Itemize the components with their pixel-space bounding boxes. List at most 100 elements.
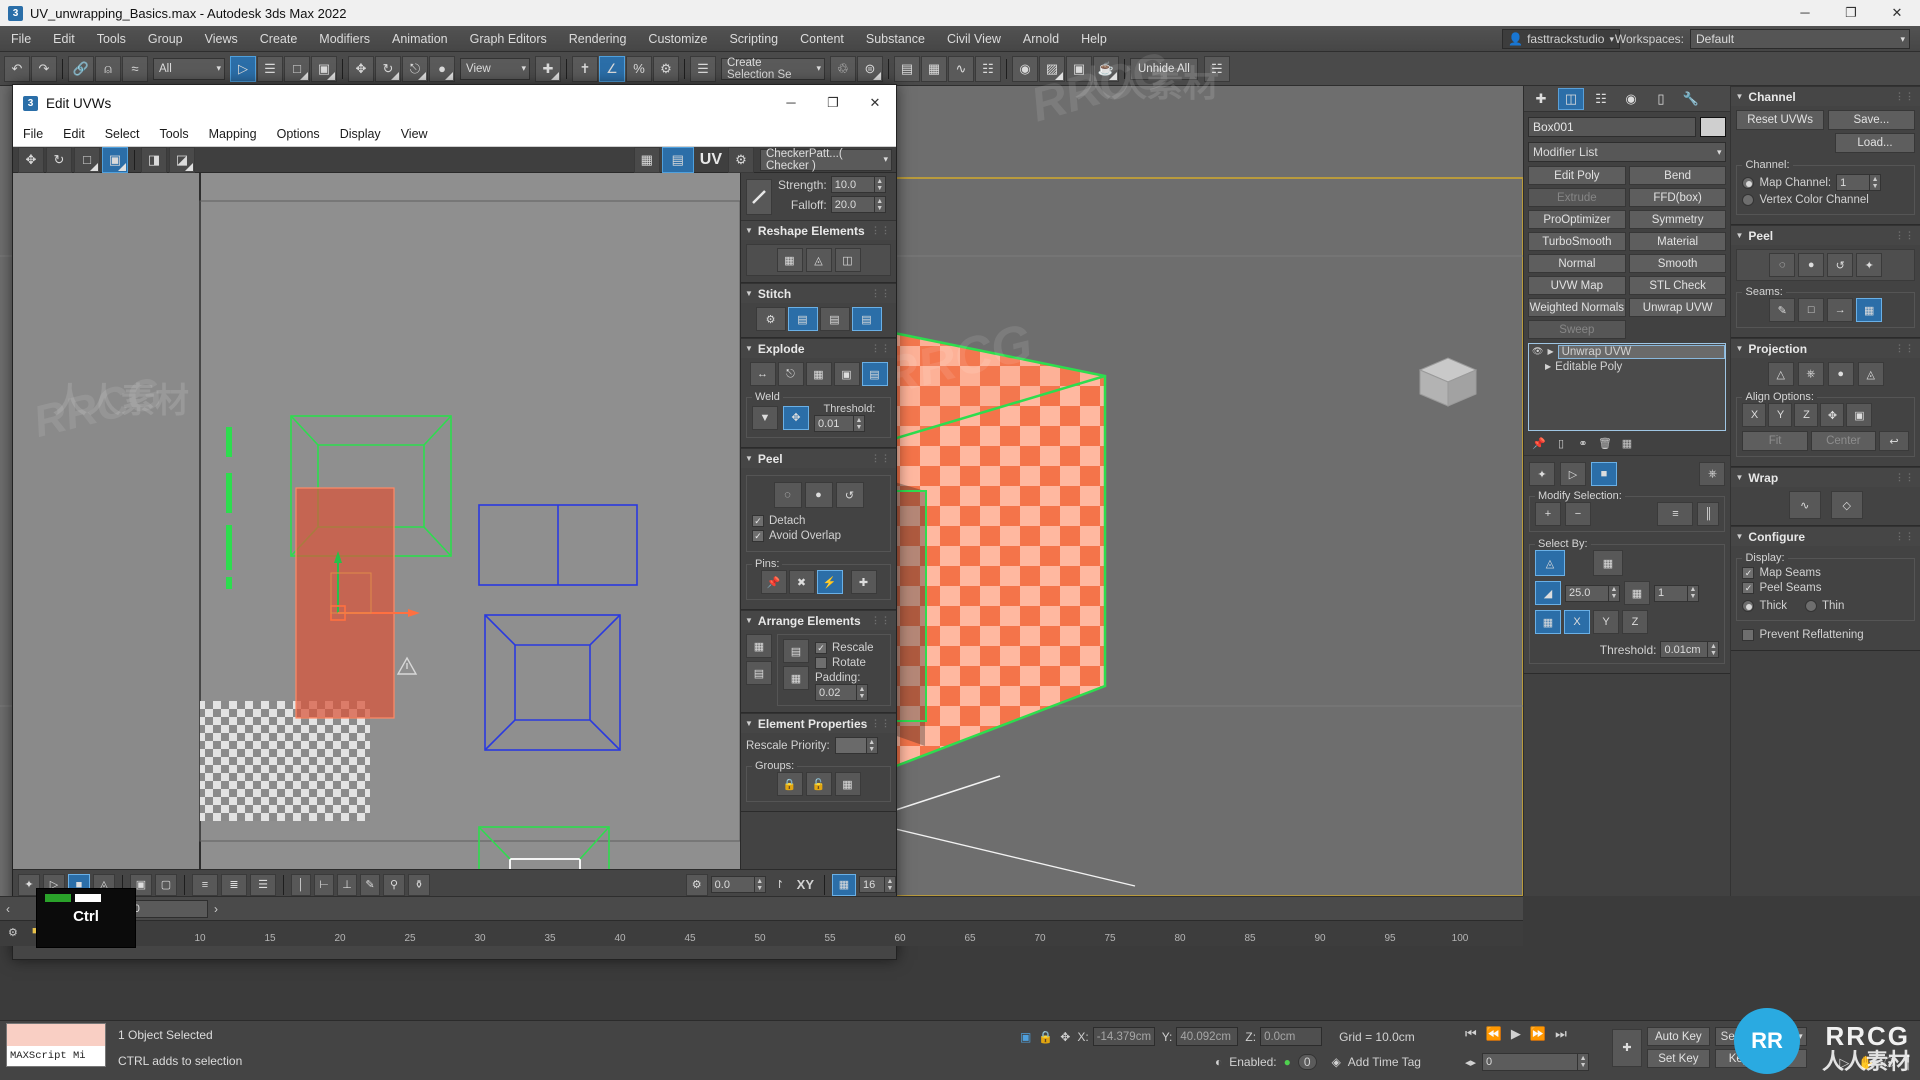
timeline-ruler[interactable]: ⚙ ■ 051015202530354045505560657075808590…	[0, 920, 1523, 946]
best-align-icon[interactable]: ✥	[1820, 403, 1844, 427]
rollout-header-element-properties[interactable]: ▼ Element Properties ⋮⋮	[741, 714, 896, 733]
falloff-input[interactable]	[831, 196, 875, 213]
unlink-selection-icon[interactable]: ⍝	[95, 56, 121, 82]
explode-threshold-spinner[interactable]: ▲▼	[814, 415, 865, 432]
paint-select-icon[interactable]: ✎	[360, 874, 380, 896]
maxscript-mini-listener[interactable]: MAXScript Mi	[6, 1023, 106, 1067]
uvw-freeform-mode-icon[interactable]: ▣	[102, 147, 128, 173]
pack-normalize-icon[interactable]: ▤	[746, 661, 772, 685]
loop-uv-icon[interactable]: ≡	[192, 874, 218, 896]
menu-edit[interactable]: Edit	[42, 26, 86, 52]
rescale-checkbox[interactable]: ✓ Rescale	[815, 642, 885, 654]
wrap-spline-icon[interactable]: ∿	[1789, 491, 1821, 519]
stitch-diagonal-icon[interactable]: ▤	[820, 307, 850, 331]
loop-grow-icon[interactable]: ☰	[250, 874, 276, 896]
expand-to-seams-icon[interactable]: ▦	[1856, 298, 1882, 322]
break-by-smoothing-group-icon[interactable]: ▦	[806, 362, 832, 386]
workspace-dropdown[interactable]: Default	[1690, 29, 1910, 49]
map-channel-input[interactable]	[1836, 174, 1870, 191]
flatten-by-smoothing-group-icon[interactable]: ◫	[835, 248, 861, 272]
reset-projection-icon[interactable]: ↩	[1879, 431, 1909, 451]
map-seams-checkbox[interactable]: ✓ Map Seams	[1742, 567, 1909, 579]
current-frame-arrows[interactable]: ▲▼	[1578, 1053, 1589, 1071]
uvw-menu-tools[interactable]: Tools	[149, 121, 198, 147]
modbtn-unwrap-uvw[interactable]: Unwrap UVW	[1629, 298, 1727, 317]
map-channel-spinner[interactable]: ▲▼	[1836, 174, 1881, 191]
clear-pins-icon[interactable]: ✚	[851, 570, 877, 594]
wrap-face-icon[interactable]: ◇	[1831, 491, 1863, 519]
uvw-move-icon[interactable]: ✥	[18, 147, 44, 173]
rollout-header-peel-cp[interactable]: ▼ Peel ⋮⋮	[1731, 226, 1920, 245]
uvw-grid-arrows[interactable]: ▲▼	[885, 876, 896, 893]
x-coordinate-field[interactable]: X:	[1077, 1027, 1154, 1046]
z-coordinate-field[interactable]: Z:	[1245, 1027, 1322, 1046]
explode-threshold-arrows[interactable]: ▲▼	[854, 415, 865, 432]
spinner-snap-toggle-icon[interactable]: ⚙	[653, 56, 679, 82]
snap-settings-icon[interactable]: ⚙	[686, 874, 708, 896]
frame-stepper-icon[interactable]: ◂▸	[1465, 1056, 1476, 1069]
explode-threshold-input[interactable]	[814, 415, 854, 432]
strength-spinner[interactable]: ▲▼	[831, 176, 886, 193]
strength-input[interactable]	[831, 176, 875, 193]
uvw-menu-options[interactable]: Options	[267, 121, 330, 147]
avoid-overlap-checkbox[interactable]: ✓ Avoid Overlap	[752, 530, 885, 542]
edge-subobject-icon[interactable]: ▷	[1560, 462, 1586, 486]
unhide-all-button[interactable]: Unhide All	[1130, 58, 1198, 80]
ungroup-selected-icon[interactable]: 🔓	[806, 772, 832, 796]
pack-custom-icon[interactable]: ▦	[746, 634, 772, 658]
modbtn-material[interactable]: Material	[1629, 232, 1727, 251]
scene-explorer-icon[interactable]: ▦	[921, 56, 947, 82]
loop-selection-icon[interactable]: ≡	[1657, 502, 1693, 526]
padding-arrows[interactable]: ▲▼	[857, 684, 868, 701]
shrink-selection-icon[interactable]: −	[1565, 502, 1591, 526]
add-time-tag-button[interactable]: Add Time Tag	[1348, 1055, 1421, 1069]
pack-recursive-icon[interactable]: ▦	[783, 666, 809, 690]
adaptive-degradation-icon[interactable]: ◐	[1215, 1055, 1222, 1069]
stack-item-editable-poly[interactable]: ▶ Editable Poly	[1529, 359, 1725, 374]
material-editor-icon[interactable]: ◉	[1012, 56, 1038, 82]
rollout-header-stitch[interactable]: ▼ Stitch ⋮⋮	[741, 284, 896, 303]
maxscript-output-pane[interactable]	[7, 1024, 105, 1046]
schematic-view-icon[interactable]: ☷	[975, 56, 1001, 82]
menu-modifiers[interactable]: Modifiers	[308, 26, 381, 52]
menu-group[interactable]: Group	[137, 26, 194, 52]
menu-scripting[interactable]: Scripting	[718, 26, 789, 52]
uv-edit-canvas[interactable]: RRCG 人人素材	[13, 173, 741, 869]
grow-selection-icon[interactable]: +	[1535, 502, 1561, 526]
menu-arnold[interactable]: Arnold	[1012, 26, 1070, 52]
face-subobject-icon[interactable]: ■	[1591, 462, 1617, 486]
falloff-spinner[interactable]: ▲▼	[831, 196, 886, 213]
rollout-header-channel[interactable]: ▼ Channel ⋮⋮	[1731, 87, 1920, 106]
edge-sel-to-seams-icon[interactable]: →	[1827, 298, 1853, 322]
prev-frame-arrow-icon[interactable]: ‹	[6, 902, 10, 916]
select-by-material-id-icon[interactable]: ▦	[1593, 550, 1623, 576]
reset-peel-icon[interactable]: ↺	[1827, 253, 1853, 277]
modbtn-prooptimizer[interactable]: ProOptimizer	[1528, 210, 1626, 229]
enabled-count[interactable]: 0	[1298, 1054, 1317, 1070]
menu-animation[interactable]: Animation	[381, 26, 459, 52]
break-by-angle-icon[interactable]: ⎋	[778, 362, 804, 386]
padding-spinner[interactable]: ▲▼	[815, 684, 868, 701]
rollout-header-peel-uvw[interactable]: ▼ Peel ⋮⋮	[741, 449, 896, 468]
pan-nav-icon[interactable]: ✋	[1858, 1055, 1874, 1071]
set-key-large-icon[interactable]: ✚	[1612, 1029, 1642, 1067]
auto-key-button[interactable]: Auto Key	[1647, 1027, 1710, 1046]
menu-content[interactable]: Content	[789, 26, 855, 52]
uvw-angle-input[interactable]	[711, 876, 755, 893]
minimize-button[interactable]: ─	[1782, 0, 1828, 26]
rendered-frame-window-icon[interactable]: ▣	[1066, 56, 1092, 82]
align-x-button[interactable]: X	[1742, 403, 1766, 427]
planar-map-icon[interactable]: △	[1768, 362, 1794, 386]
detach-checkbox[interactable]: ✓ Detach	[752, 515, 885, 527]
bind-to-space-warp-icon[interactable]: ≈	[122, 56, 148, 82]
menu-views[interactable]: Views	[194, 26, 249, 52]
uvw-flip-icon[interactable]: ◪	[169, 147, 195, 173]
rotate-checkbox[interactable]: Rotate	[815, 657, 885, 669]
modbtn-turbosmooth[interactable]: TurboSmooth	[1528, 232, 1626, 251]
uvw-show-map-icon[interactable]: ▦	[634, 147, 660, 173]
axis-y-button[interactable]: Y	[1593, 610, 1619, 634]
uvw-scale-icon[interactable]: □	[74, 147, 100, 173]
modbtn-smooth[interactable]: Smooth	[1629, 254, 1727, 273]
map-channel-radio[interactable]: Map Channel: ▲▼	[1742, 174, 1909, 191]
angle-snap-toggle-icon[interactable]: ∠	[599, 56, 625, 82]
